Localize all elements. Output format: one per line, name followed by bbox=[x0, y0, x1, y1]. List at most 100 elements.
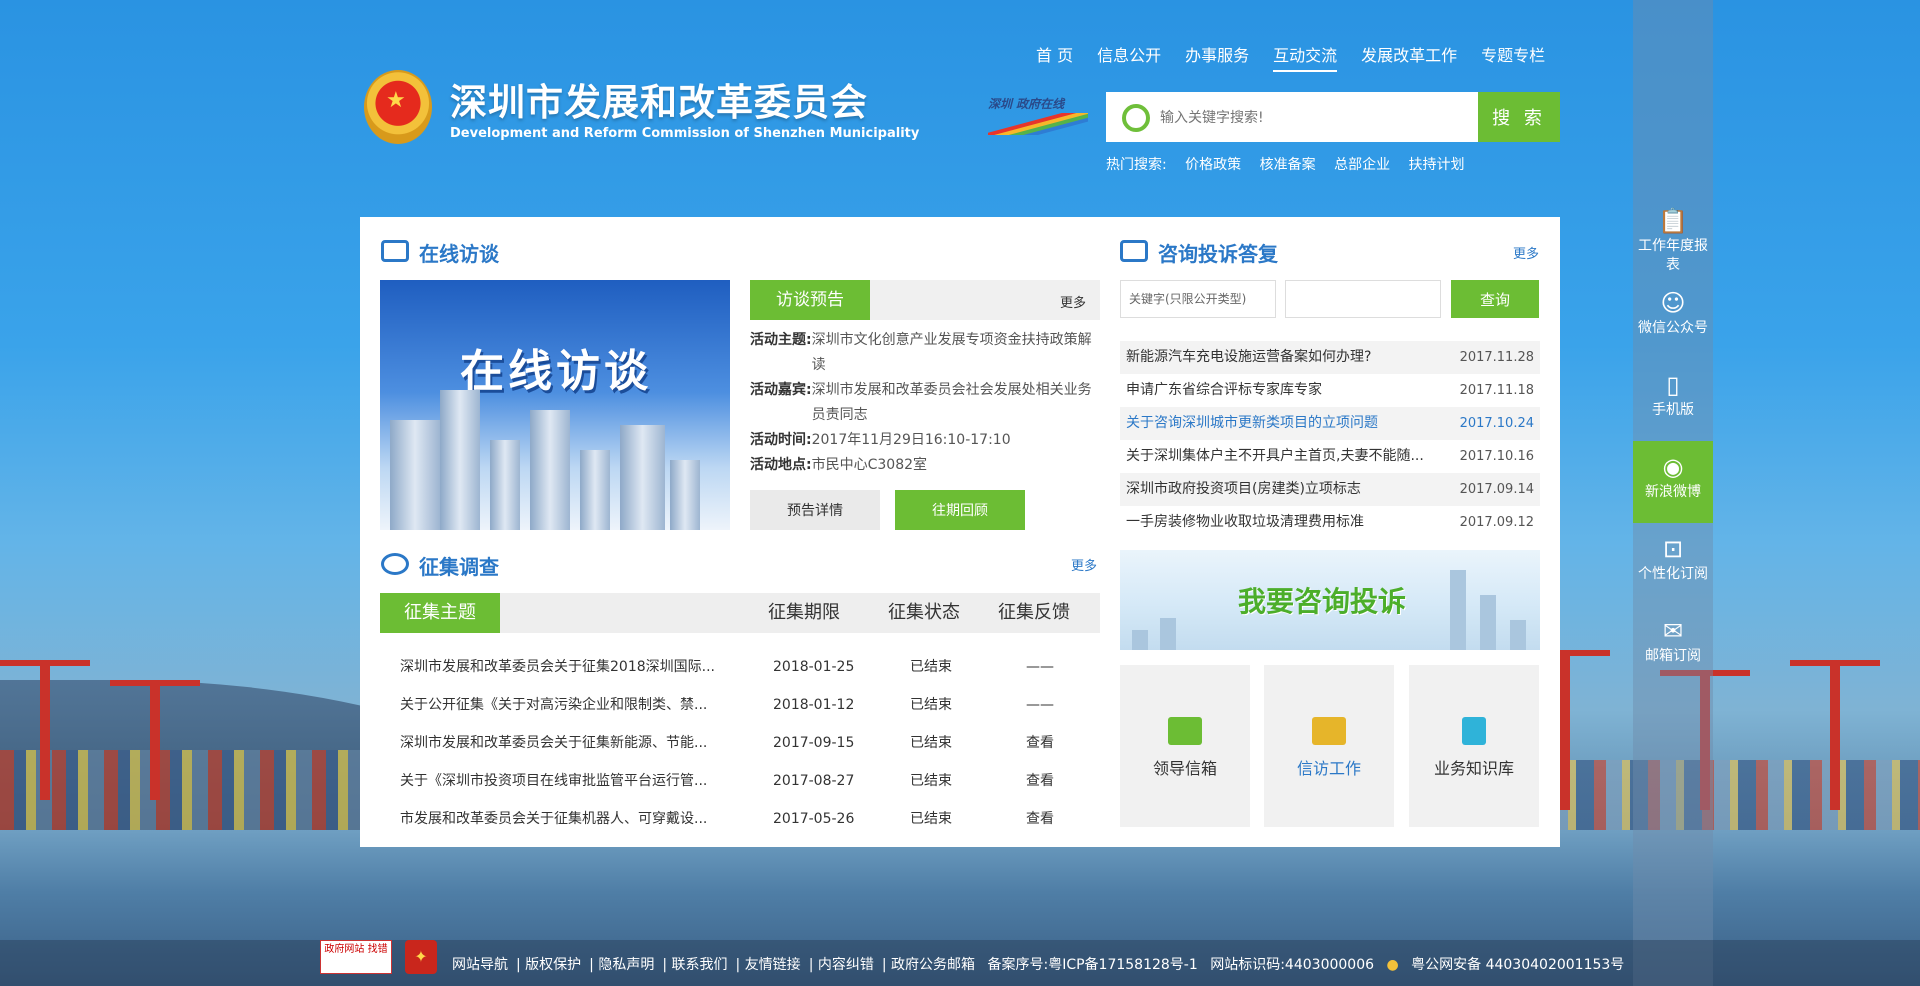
sidebar-item-label: 手机版 bbox=[1652, 402, 1694, 418]
online-interview-title[interactable]: 在线访谈 bbox=[419, 238, 499, 267]
sidebar-item-label: 个性化订阅 bbox=[1638, 566, 1708, 582]
survey-col-deadline: 征集期限 bbox=[768, 602, 840, 623]
footer-mail-link[interactable]: 政府公务邮箱 bbox=[891, 957, 975, 973]
consult-row-title[interactable]: 申请广东省综合评标专家库专家 bbox=[1126, 374, 1446, 407]
leader-mailbox-tile[interactable]: 领导信箱 bbox=[1120, 665, 1250, 827]
consult-row-date: 2017.10.16 bbox=[1459, 449, 1534, 464]
sidebar-item-label: 微信公众号 bbox=[1638, 320, 1708, 336]
hot-search: 热门搜索: 价格政策 核准备案 总部企业 扶持计划 bbox=[1106, 154, 1465, 174]
table-row[interactable]: 关于《深圳市投资项目在线审批监管平台运行管... 2017-08-27 已结束 … bbox=[380, 762, 1100, 800]
footer-link[interactable]: 版权保护 bbox=[525, 957, 581, 973]
building-shape bbox=[580, 450, 610, 530]
table-row[interactable]: 深圳市发展和改革委员会关于征集新能源、节能... 2017-09-15 已结束 … bbox=[380, 724, 1100, 762]
survey-row-feedback[interactable]: 查看 bbox=[1020, 724, 1060, 762]
table-row[interactable]: 市发展和改革委员会关于征集机器人、可穿戴设... 2017-05-26 已结束 … bbox=[380, 800, 1100, 838]
survey-row-status: 已结束 bbox=[910, 659, 952, 675]
nav-home[interactable]: 首 页 bbox=[1036, 42, 1073, 72]
query-button[interactable]: 查询 bbox=[1451, 280, 1539, 318]
survey-row-feedback[interactable]: 查看 bbox=[1020, 762, 1060, 800]
table-row[interactable]: 关于公开征集《关于对高污染企业和限制类、禁... 2018-01-12 已结束 … bbox=[380, 686, 1100, 724]
consult-row-title[interactable]: 新能源汽车充电设施运营备案如何办理? bbox=[1126, 341, 1446, 374]
consult-title[interactable]: 咨询投诉答复 bbox=[1158, 238, 1278, 267]
footer-link[interactable]: 网站导航 bbox=[452, 957, 508, 973]
hot-keyword[interactable]: 总部企业 bbox=[1334, 157, 1390, 173]
keyword-type-field[interactable]: 关键字(只限公开类型) bbox=[1120, 280, 1276, 318]
info-label: 活动地点: bbox=[750, 457, 812, 473]
survey-row-title[interactable]: 深圳市发展和改革委员会关于征集新能源、节能... bbox=[400, 724, 720, 762]
chat-icon bbox=[381, 240, 409, 262]
table-row[interactable]: 深圳市发展和改革委员会关于征集2018深圳国际... 2018-01-25 已结… bbox=[380, 648, 1100, 686]
list-item[interactable]: 新能源汽车充电设施运营备案如何办理? 2017.11.28 bbox=[1120, 341, 1540, 374]
nav-interaction[interactable]: 互动交流 bbox=[1273, 42, 1338, 72]
survey-more-link[interactable]: 更多 bbox=[1071, 555, 1097, 574]
survey-title[interactable]: 征集调查 bbox=[419, 551, 499, 580]
consult-row-title[interactable]: 深圳市政府投资项目(房建类)立项标志 bbox=[1126, 473, 1446, 506]
survey-row-title[interactable]: 市发展和改革委员会关于征集机器人、可穿戴设... bbox=[400, 800, 720, 838]
sidebar-item-mobile[interactable]: ▯ 手机版 bbox=[1633, 359, 1713, 441]
info-label: 活动嘉宾: bbox=[750, 382, 812, 398]
search-icon bbox=[1122, 104, 1150, 132]
consult-more-link[interactable]: 更多 bbox=[1513, 243, 1539, 262]
shenzhen-logo[interactable]: 深圳 政府在线 bbox=[988, 95, 1094, 139]
building-shape bbox=[390, 420, 440, 530]
list-item[interactable]: 关于深圳集体户主不开具户主首页,夫妻不能随... 2017.10.16 bbox=[1120, 440, 1540, 473]
crane-icon bbox=[110, 680, 200, 800]
knowledge-base-tile[interactable]: 业务知识库 bbox=[1409, 665, 1539, 827]
tile-label: 领导信箱 bbox=[1152, 759, 1217, 778]
sidebar-item-mail[interactable]: ✉ 邮箱订阅 bbox=[1633, 605, 1713, 687]
sidebar-item-subscribe[interactable]: ⊡ 个性化订阅 bbox=[1633, 523, 1713, 605]
footer-link[interactable]: 友情链接 bbox=[745, 957, 801, 973]
info-topic: 活动主题: 深圳市文化创意产业发展专项资金扶持政策解读 bbox=[750, 328, 1100, 378]
search-input[interactable] bbox=[1158, 104, 1462, 132]
survey-row-feedback[interactable]: 查看 bbox=[1020, 800, 1060, 838]
list-item[interactable]: 深圳市政府投资项目(房建类)立项标志 2017.09.14 bbox=[1120, 473, 1540, 506]
find-error-badge[interactable]: 政府网站 找错 bbox=[320, 940, 392, 974]
survey-col-feedback: 征集反馈 bbox=[998, 602, 1070, 623]
past-review-button[interactable]: 往期回顾 bbox=[895, 490, 1025, 530]
list-item[interactable]: 关于咨询深圳城市更新类项目的立项问题 2017.10.24 bbox=[1120, 407, 1540, 440]
interview-more-link[interactable]: 更多 bbox=[1060, 292, 1086, 311]
survey-header: 征集主题 征集期限 征集状态 征集反馈 bbox=[380, 593, 1100, 633]
search-box bbox=[1106, 92, 1478, 142]
info-value[interactable]: 深圳市文化创意产业发展专项资金扶持政策解读 bbox=[812, 328, 1100, 378]
main-nav: 首 页 信息公开 办事服务 互动交流 发展改革工作 专题专栏 bbox=[1036, 42, 1569, 72]
nav-info[interactable]: 信息公开 bbox=[1097, 42, 1161, 72]
interview-banner-image[interactable]: 在线访谈 bbox=[380, 280, 730, 530]
footer-link[interactable]: 联系我们 bbox=[672, 957, 728, 973]
party-badge-icon[interactable]: ✦ bbox=[405, 940, 437, 974]
list-item[interactable]: 申请广东省综合评标专家库专家 2017.11.18 bbox=[1120, 374, 1540, 407]
survey-row-date: 2017-05-26 bbox=[773, 811, 855, 827]
survey-row-title[interactable]: 关于公开征集《关于对高污染企业和限制类、禁... bbox=[400, 686, 720, 724]
sidebar-item-annual-report[interactable]: 📋 工作年度报表 bbox=[1633, 195, 1713, 277]
list-item[interactable]: 一手房装修物业收取垃圾清理费用标准 2017.09.12 bbox=[1120, 506, 1540, 539]
sidebar-item-wechat[interactable]: ☺ 微信公众号 bbox=[1633, 277, 1713, 359]
footer-link[interactable]: 隐私声明 bbox=[598, 957, 654, 973]
survey-row-title[interactable]: 深圳市发展和改革委员会关于征集2018深圳国际... bbox=[400, 648, 720, 686]
nav-topics[interactable]: 专题专栏 bbox=[1481, 42, 1545, 72]
hot-keyword[interactable]: 扶持计划 bbox=[1409, 157, 1465, 173]
building-shape bbox=[530, 410, 570, 530]
hot-keyword[interactable]: 核准备案 bbox=[1260, 157, 1316, 173]
tab-interview-preview[interactable]: 访谈预告 bbox=[750, 280, 870, 320]
consult-row-title[interactable]: 关于咨询深圳城市更新类项目的立项问题 bbox=[1126, 407, 1446, 440]
consult-row-title[interactable]: 关于深圳集体户主不开具户主首页,夫妻不能随... bbox=[1126, 440, 1446, 473]
sidebar-item-weibo[interactable]: ◉ 新浪微博 bbox=[1633, 441, 1713, 523]
survey-row-title[interactable]: 关于《深圳市投资项目在线审批监管平台运行管... bbox=[400, 762, 720, 800]
petition-tile[interactable]: 信访工作 bbox=[1264, 665, 1394, 827]
search-button[interactable]: 搜 索 bbox=[1478, 92, 1560, 142]
hot-keyword[interactable]: 价格政策 bbox=[1185, 157, 1241, 173]
keyword-input[interactable] bbox=[1285, 280, 1441, 318]
mailbox-icon bbox=[1312, 717, 1346, 745]
footer-police[interactable]: 粤公网安备 44030402001153号 bbox=[1411, 957, 1624, 973]
footer-link[interactable]: 内容纠错 bbox=[818, 957, 874, 973]
sidebar-item-label: 新浪微博 bbox=[1645, 484, 1701, 500]
info-place: 活动地点: 市民中心C3082室 bbox=[750, 453, 1100, 478]
site-title[interactable]: 深圳市发展和改革委员会 bbox=[450, 72, 868, 126]
consult-row-title[interactable]: 一手房装修物业收取垃圾清理费用标准 bbox=[1126, 506, 1446, 539]
footer-icp[interactable]: 备案序号:粤ICP备17158128号-1 bbox=[987, 957, 1197, 973]
consult-row-date: 2017.09.14 bbox=[1459, 482, 1534, 497]
nav-service[interactable]: 办事服务 bbox=[1185, 42, 1249, 72]
nav-reform[interactable]: 发展改革工作 bbox=[1361, 42, 1457, 72]
consult-banner[interactable]: 我要咨询投诉 bbox=[1120, 550, 1540, 650]
preview-detail-button[interactable]: 预告详情 bbox=[750, 490, 880, 530]
